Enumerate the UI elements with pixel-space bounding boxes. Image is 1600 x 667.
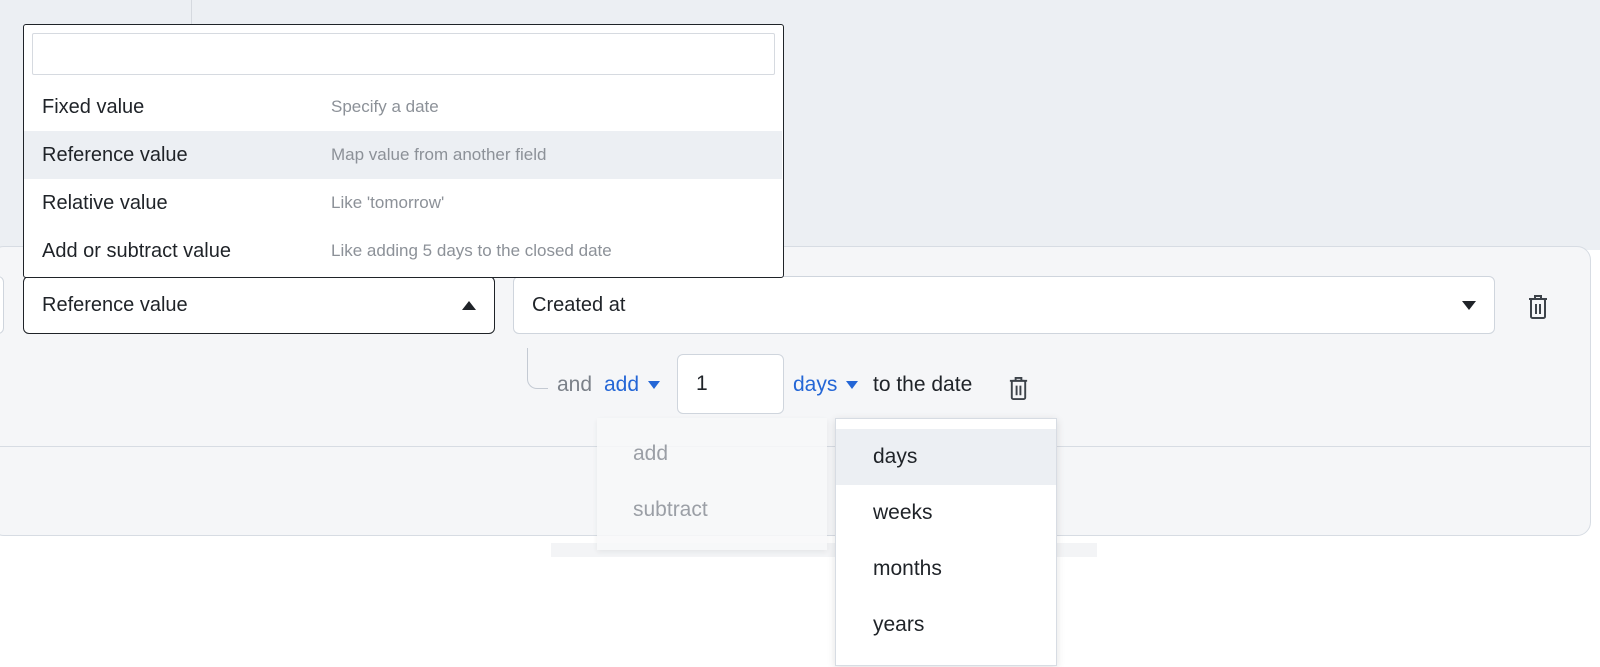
chevron-down-icon: [648, 381, 661, 389]
chevron-down-icon: [846, 381, 859, 389]
option-reference-value[interactable]: Reference value Map value from another f…: [24, 131, 782, 179]
unit-option-label: days: [873, 445, 918, 468]
option-description: Like 'tomorrow': [331, 193, 445, 212]
option-relative-value[interactable]: Relative value Like 'tomorrow': [24, 179, 782, 227]
trash-icon[interactable]: [1007, 376, 1030, 401]
unit-option-label: years: [873, 613, 925, 636]
unit-option-months[interactable]: months: [836, 541, 1056, 597]
unit-option-years[interactable]: years: [836, 597, 1056, 653]
unit-dropdown[interactable]: days: [793, 354, 859, 416]
option-description: Specify a date: [331, 97, 439, 116]
operation-menu: add subtract: [597, 418, 827, 550]
option-label: Reference value: [42, 143, 188, 166]
suffix-text: to the date: [873, 373, 973, 396]
search-input[interactable]: [32, 33, 775, 75]
option-description: Like adding 5 days to the closed date: [331, 241, 612, 260]
value-type-menu: Fixed value Specify a date Reference val…: [23, 24, 784, 278]
unit-option-label: months: [873, 557, 942, 580]
value-type-selected: Reference value: [42, 293, 188, 316]
unit-label: days: [793, 373, 838, 396]
option-add-or-subtract-value[interactable]: Add or subtract value Like adding 5 days…: [24, 227, 782, 275]
operation-option-subtract[interactable]: subtract: [633, 498, 708, 522]
caret-down-icon: [1462, 300, 1476, 310]
operation-option-add[interactable]: add: [633, 442, 668, 466]
value-type-select[interactable]: Reference value: [23, 276, 495, 334]
option-label: Add or subtract value: [42, 239, 231, 262]
reference-field-select[interactable]: Created at: [513, 276, 1495, 334]
operation-dropdown[interactable]: add: [604, 354, 661, 416]
amount-input[interactable]: [677, 354, 784, 414]
unit-option-days[interactable]: days: [836, 429, 1056, 485]
modifier-conjunction: and: [557, 354, 592, 416]
trash-icon[interactable]: [1526, 294, 1550, 320]
branch-connector: [527, 348, 548, 389]
option-description: Map value from another field: [331, 145, 547, 164]
option-label: Fixed value: [42, 95, 145, 118]
unit-option-label: weeks: [873, 501, 933, 524]
reference-field-selected: Created at: [532, 293, 626, 316]
divider: [191, 0, 192, 24]
option-fixed-value[interactable]: Fixed value Specify a date: [24, 83, 782, 131]
modifier-suffix: to the date: [873, 354, 972, 416]
operation-label: add: [604, 373, 640, 396]
unit-option-weeks[interactable]: weeks: [836, 485, 1056, 541]
caret-up-icon: [462, 300, 476, 310]
conjunction-text: and: [557, 373, 593, 396]
unit-menu: days weeks months years: [835, 418, 1057, 666]
option-label: Relative value: [42, 191, 168, 214]
left-field-stub[interactable]: [0, 276, 4, 334]
